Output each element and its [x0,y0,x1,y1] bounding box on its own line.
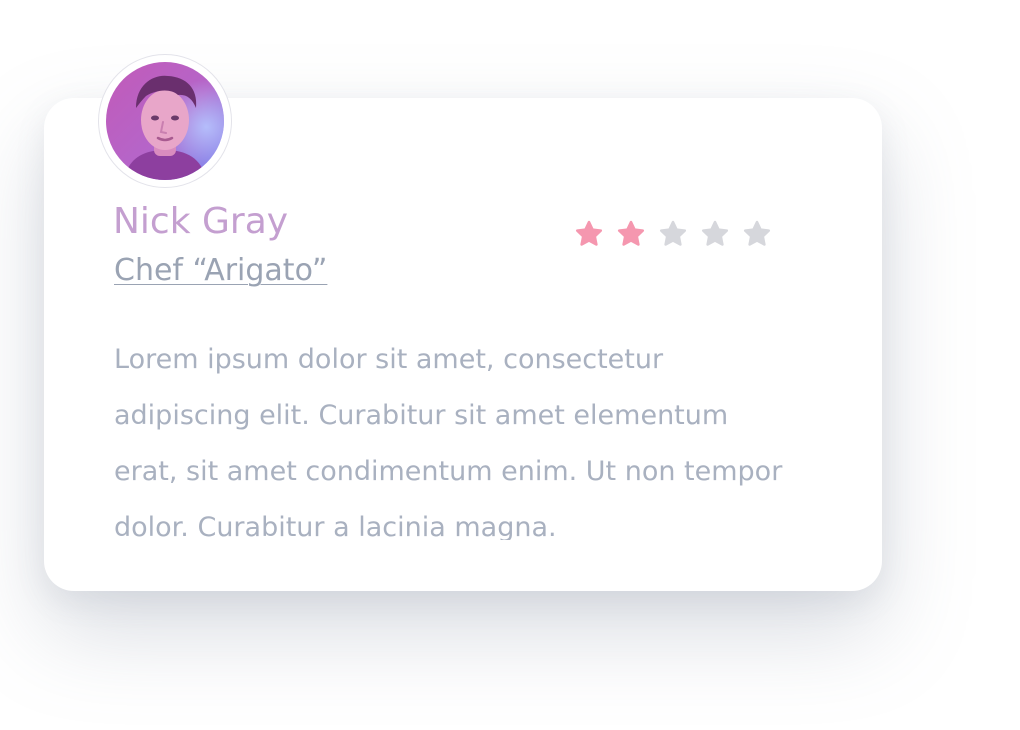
star-rating [574,219,772,249]
avatar [98,54,232,188]
avatar-photo [106,62,224,180]
star-empty-icon[interactable] [700,219,730,249]
reviewer-name: Nick Gray [113,201,289,242]
star-empty-icon[interactable] [742,219,772,249]
reviewer-role-link[interactable]: Chef “Arigato” [114,250,327,292]
star-filled-icon[interactable] [574,219,604,249]
star-filled-icon[interactable] [616,219,646,249]
review-text: Lorem ipsum dolor sit amet, consectetur … [114,344,783,540]
stage: Nick Gray Chef “Arigato” Lorem ipsum dol… [0,0,1020,730]
star-empty-icon[interactable] [658,219,688,249]
